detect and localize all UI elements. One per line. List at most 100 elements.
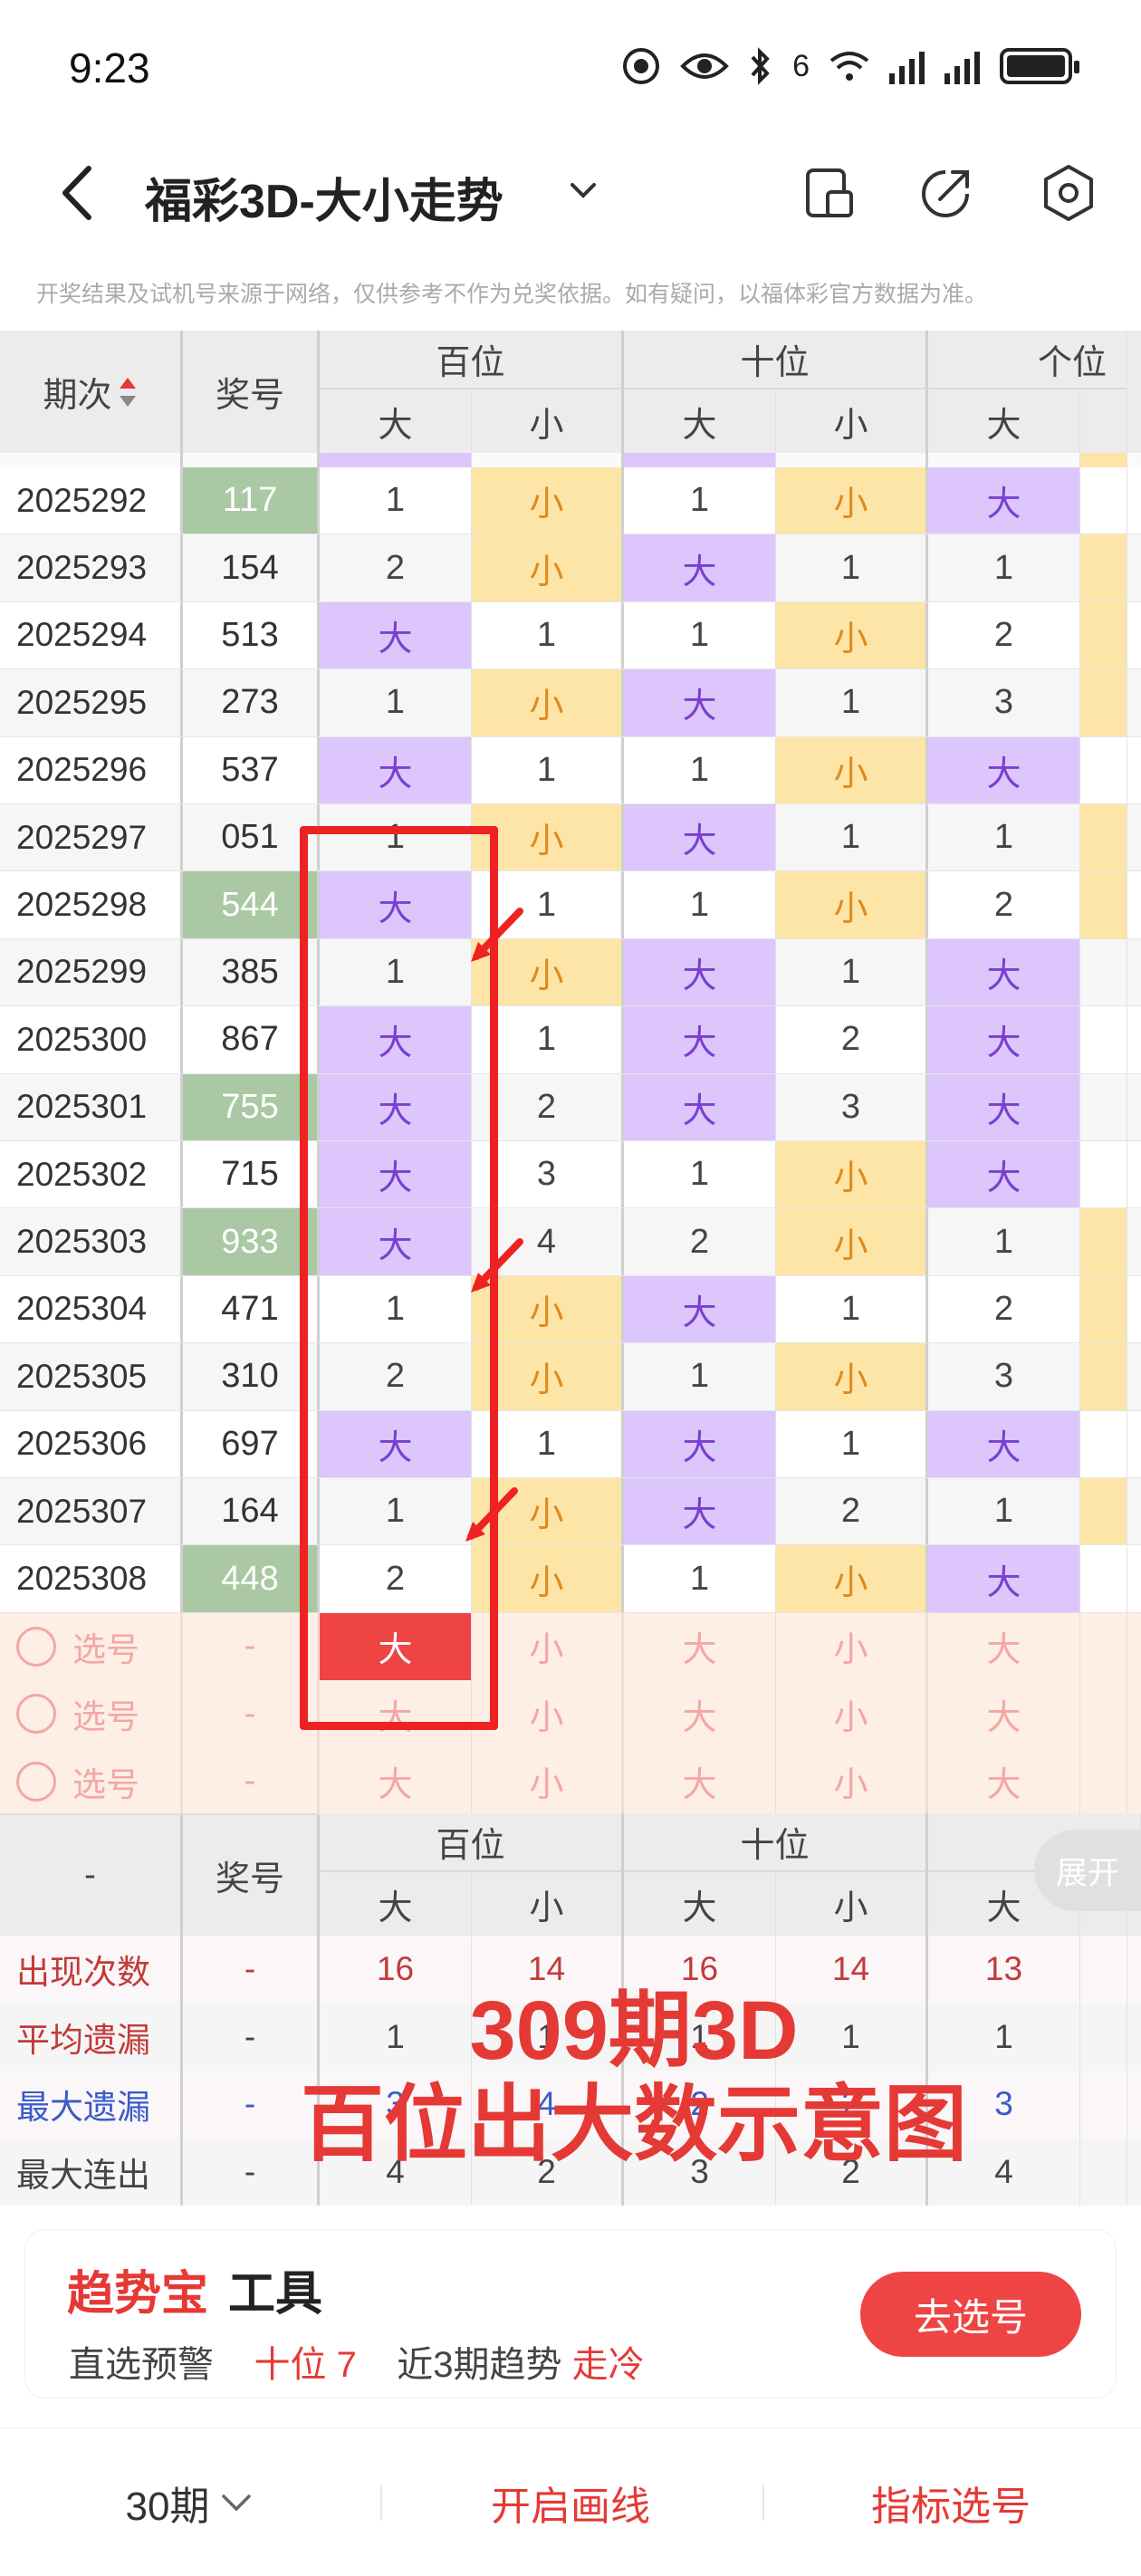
trend-cell: 小 <box>776 1208 928 1275</box>
share-icon[interactable] <box>915 161 978 225</box>
period-cell: 2025297 <box>0 804 183 871</box>
trend-cell-cut <box>1080 871 1127 938</box>
expand-button[interactable]: 展开 <box>1034 1830 1141 1911</box>
draw-number-cell: 273 <box>183 669 320 736</box>
wifi-icon <box>829 52 869 81</box>
pick-select[interactable]: 选号 <box>0 1680 183 1748</box>
overlay-line-2: 百位出大数示意图 <box>300 2079 967 2171</box>
trend-cell: 1 <box>776 534 928 601</box>
trend-cell: 大 <box>928 1410 1080 1477</box>
trend-cell: 大 <box>928 1006 1080 1073</box>
trend-cell-cut <box>1080 1141 1127 1208</box>
table-row: 2025293 154 2 小大 1 1 <box>0 534 1141 602</box>
trend-cell: 2 <box>928 601 1080 669</box>
draw-number-cell: 154 <box>183 534 320 601</box>
trend-cell: 1 <box>928 1208 1080 1275</box>
trend-cell: 1 <box>472 601 624 669</box>
trend-cell: 大 <box>624 1478 776 1545</box>
promo-tool: 工具 <box>228 2268 323 2321</box>
pick-row[interactable]: 选号 - 大小大小大 <box>0 1680 1141 1748</box>
pick-option-cell[interactable]: 大 <box>928 1747 1080 1815</box>
settings-icon[interactable] <box>1037 161 1100 225</box>
pick-option-cell[interactable]: 小 <box>776 1680 928 1748</box>
radio-circle-icon[interactable] <box>16 1626 56 1667</box>
trend-cell-cut <box>1080 938 1127 1006</box>
pick-row[interactable]: 选号 - 大小大小大 <box>0 1612 1141 1681</box>
pick-select[interactable]: 选号 <box>0 1747 183 1815</box>
landscape-icon[interactable] <box>797 161 860 225</box>
trend-cell: 大 <box>624 669 776 736</box>
annotation-arrow-icon <box>471 908 523 962</box>
trend-cell-cut <box>1080 534 1127 601</box>
sort-icon[interactable] <box>118 374 138 410</box>
trend-cell: 3 <box>928 669 1080 736</box>
trend-cell: 小 <box>472 467 624 534</box>
stats-group-tens: 十位 <box>624 1813 928 1872</box>
table-row: 2025299 385 1 小大 1 大 <box>0 938 1141 1007</box>
pick-row[interactable]: 选号 - 大小大小大 <box>0 1747 1141 1815</box>
trend-cell: 2 <box>928 1275 1080 1343</box>
chevron-down-icon[interactable] <box>567 174 599 207</box>
draw-number-cell: 537 <box>183 736 320 803</box>
table-row: 2025307 164 1 小大 2 1 <box>0 1478 1141 1546</box>
header-group-hundreds: 百位 <box>320 331 624 389</box>
trend-cell: 2 <box>776 1478 928 1545</box>
trend-cell-cut <box>1080 467 1127 534</box>
period-cell: 2025303 <box>0 1208 183 1275</box>
header-small: 小 <box>776 389 928 453</box>
trend-cell: 1 <box>776 669 928 736</box>
pick-option-cell[interactable]: 大 <box>320 1747 472 1815</box>
stats-big: 大 <box>320 1872 472 1936</box>
trend-cell: 大 <box>624 1073 776 1140</box>
promo-brand: 趋势宝 <box>67 2268 209 2321</box>
radio-circle-icon[interactable] <box>16 1761 56 1802</box>
indicator-pick-button[interactable]: 指标选号 <box>779 2428 1123 2576</box>
pick-select[interactable]: 选号 <box>0 1612 183 1681</box>
go-pick-button[interactable]: 去选号 <box>860 2272 1081 2357</box>
trend-cell: 小 <box>472 534 624 601</box>
trend-cell-cut <box>1080 1006 1127 1073</box>
promo-alert-trend: 近3期趋势 <box>397 2345 562 2385</box>
pick-option-cell[interactable]: 小 <box>776 1747 928 1815</box>
pick-option-cell[interactable]: 大 <box>928 1680 1080 1748</box>
status-bar: 9:23 6 <box>0 0 1141 136</box>
table-row: 2025295 273 1 小大 1 3 <box>0 669 1141 737</box>
network-type: 6 <box>792 49 810 83</box>
pick-option-cell[interactable]: 小 <box>776 1612 928 1681</box>
status-icons: 6 <box>622 47 1079 85</box>
period-cell: 2025307 <box>0 1478 183 1545</box>
chevron-down-icon <box>222 2494 252 2512</box>
table-row: 2025302 715 大 3 1 小大 <box>0 1141 1141 1209</box>
back-icon[interactable] <box>53 163 103 223</box>
trend-cell: 1 <box>624 1141 776 1208</box>
trend-cell: 小 <box>776 736 928 803</box>
eye-icon <box>680 53 729 79</box>
radio-circle-icon[interactable] <box>16 1694 56 1735</box>
trend-cell-cut <box>1080 1073 1127 1140</box>
pick-option-cell[interactable]: 大 <box>624 1747 776 1815</box>
trend-cell: 1 <box>776 1275 928 1343</box>
trend-cell: 2 <box>320 534 472 601</box>
pick-option-cell[interactable]: 小 <box>472 1747 624 1815</box>
period-selector[interactable]: 30期 <box>54 2428 326 2576</box>
trend-cell: 大 <box>928 1141 1080 1208</box>
pick-option-cell[interactable]: 大 <box>624 1680 776 1748</box>
draw-lines-button[interactable]: 开启画线 <box>398 2428 743 2576</box>
pick-option-cell[interactable]: 大 <box>928 1612 1080 1681</box>
trend-cell: 1 <box>776 804 928 871</box>
pick-option-cell[interactable]: 大 <box>624 1612 776 1681</box>
promo-alert-label: 直选预警 <box>69 2345 214 2385</box>
header-period[interactable]: 期次 <box>0 331 183 453</box>
header-draw: 奖号 <box>183 331 320 453</box>
trend-cell: 1 <box>624 601 776 669</box>
table-row: 2025305 310 2 小 1 小 3 <box>0 1343 1141 1411</box>
trend-cell: 1 <box>928 1478 1080 1545</box>
page-title[interactable]: 福彩3D-大小走势 <box>145 163 503 231</box>
trend-cell: 2 <box>624 1208 776 1275</box>
table-row: 2025308 448 2 小 1 小大 <box>0 1545 1141 1613</box>
trend-cell: 1 <box>928 804 1080 871</box>
table-row: 2025304 471 1 小大 1 2 <box>0 1275 1141 1344</box>
trend-tool-card[interactable]: 趋势宝 工具 直选预警 十位 7 近3期趋势 走冷 去选号 <box>25 2230 1116 2398</box>
trend-cell: 大 <box>624 534 776 601</box>
period-cell: 2025305 <box>0 1343 183 1410</box>
